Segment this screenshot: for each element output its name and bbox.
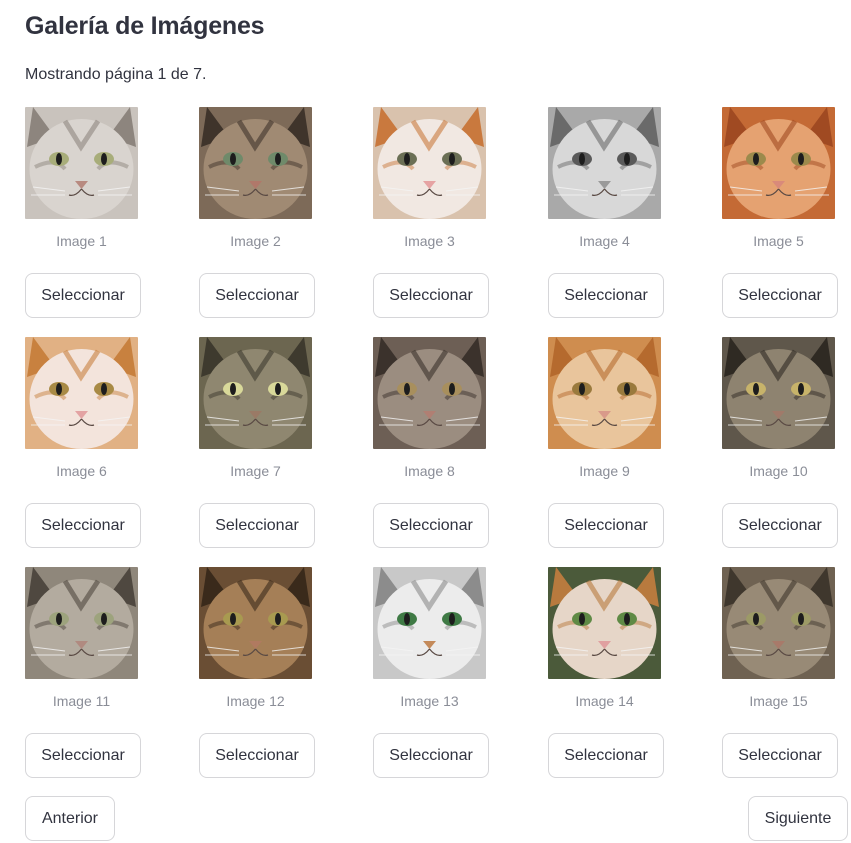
cat-face-graphic — [25, 567, 138, 679]
select-button[interactable]: Seleccionar — [548, 733, 664, 778]
cat-face-graphic — [548, 567, 661, 679]
cat-image — [373, 567, 486, 679]
gallery-item: Image 11 Seleccionar — [25, 567, 142, 779]
gallery-item: Image 5 Seleccionar — [722, 107, 839, 319]
gallery-row: Image 11 Seleccionar Image 12 Seleccionar … — [25, 567, 838, 797]
image-caption: Image 8 — [404, 463, 455, 479]
image-caption: Image 11 — [52, 693, 111, 709]
select-button[interactable]: Seleccionar — [373, 273, 489, 318]
gallery-row: Image 6 Seleccionar Image 7 Seleccionar Im… — [25, 337, 838, 567]
select-button[interactable]: Seleccionar — [722, 733, 838, 778]
select-button[interactable]: Seleccionar — [373, 503, 489, 548]
cat-face-graphic — [722, 567, 835, 679]
select-button[interactable]: Seleccionar — [199, 733, 315, 778]
select-button[interactable]: Seleccionar — [548, 273, 664, 318]
gallery-item: Image 6 Seleccionar — [25, 337, 142, 549]
image-caption: Image 13 — [400, 693, 459, 709]
cat-image — [722, 567, 835, 679]
cat-image — [722, 337, 835, 449]
select-button[interactable]: Seleccionar — [548, 503, 664, 548]
cat-image — [199, 567, 312, 679]
cat-image — [25, 567, 138, 679]
image-caption: Image 6 — [56, 463, 107, 479]
select-button[interactable]: Seleccionar — [25, 733, 141, 778]
select-button[interactable]: Seleccionar — [25, 273, 141, 318]
gallery-row: Image 1 Seleccionar Image 2 Seleccionar Im… — [25, 107, 838, 337]
cat-face-graphic — [199, 107, 312, 219]
cat-face-graphic — [373, 107, 486, 219]
cat-face-graphic — [25, 337, 138, 449]
image-caption: Image 15 — [749, 693, 808, 709]
image-caption: Image 12 — [226, 693, 285, 709]
cat-image — [25, 337, 138, 449]
cat-image — [722, 107, 835, 219]
cat-face-graphic — [373, 567, 486, 679]
image-caption: Image 4 — [579, 233, 630, 249]
cat-image — [199, 107, 312, 219]
gallery-item: Image 12 Seleccionar — [199, 567, 316, 779]
cat-face-graphic — [199, 337, 312, 449]
cat-image — [373, 107, 486, 219]
cat-face-graphic — [548, 337, 661, 449]
cat-face-graphic — [25, 107, 138, 219]
select-button[interactable]: Seleccionar — [373, 733, 489, 778]
gallery-item: Image 15 Seleccionar — [722, 567, 839, 779]
image-caption: Image 14 — [575, 693, 634, 709]
cat-image — [373, 337, 486, 449]
previous-page-button[interactable]: Anterior — [25, 796, 115, 841]
cat-image — [199, 337, 312, 449]
gallery-item: Image 7 Seleccionar — [199, 337, 316, 549]
image-caption: Image 2 — [230, 233, 281, 249]
gallery-item: Image 9 Seleccionar — [548, 337, 665, 549]
page-title: Galería de Imágenes — [25, 12, 265, 40]
gallery-item: Image 10 Seleccionar — [722, 337, 839, 549]
gallery-item: Image 2 Seleccionar — [199, 107, 316, 319]
gallery-item: Image 13 Seleccionar — [373, 567, 490, 779]
select-button[interactable]: Seleccionar — [722, 273, 838, 318]
image-caption: Image 1 — [56, 233, 107, 249]
image-gallery: Image 1 Seleccionar Image 2 Seleccionar Im… — [25, 107, 838, 797]
cat-image — [548, 107, 661, 219]
image-caption: Image 7 — [230, 463, 281, 479]
image-caption: Image 3 — [404, 233, 455, 249]
select-button[interactable]: Seleccionar — [199, 273, 315, 318]
cat-image — [548, 337, 661, 449]
gallery-item: Image 8 Seleccionar — [373, 337, 490, 549]
page-status-text: Mostrando página 1 de 7. — [25, 66, 207, 83]
cat-face-graphic — [722, 107, 835, 219]
select-button[interactable]: Seleccionar — [722, 503, 838, 548]
gallery-item: Image 3 Seleccionar — [373, 107, 490, 319]
cat-face-graphic — [373, 337, 486, 449]
cat-face-graphic — [199, 567, 312, 679]
image-caption: Image 9 — [579, 463, 630, 479]
cat-face-graphic — [722, 337, 835, 449]
image-caption: Image 10 — [749, 463, 808, 479]
gallery-item: Image 1 Seleccionar — [25, 107, 142, 319]
select-button[interactable]: Seleccionar — [25, 503, 141, 548]
select-button[interactable]: Seleccionar — [199, 503, 315, 548]
next-page-button[interactable]: Siguiente — [748, 796, 848, 841]
gallery-item: Image 4 Seleccionar — [548, 107, 665, 319]
cat-image — [548, 567, 661, 679]
gallery-item: Image 14 Seleccionar — [548, 567, 665, 779]
cat-image — [25, 107, 138, 219]
image-caption: Image 5 — [753, 233, 804, 249]
cat-face-graphic — [548, 107, 661, 219]
